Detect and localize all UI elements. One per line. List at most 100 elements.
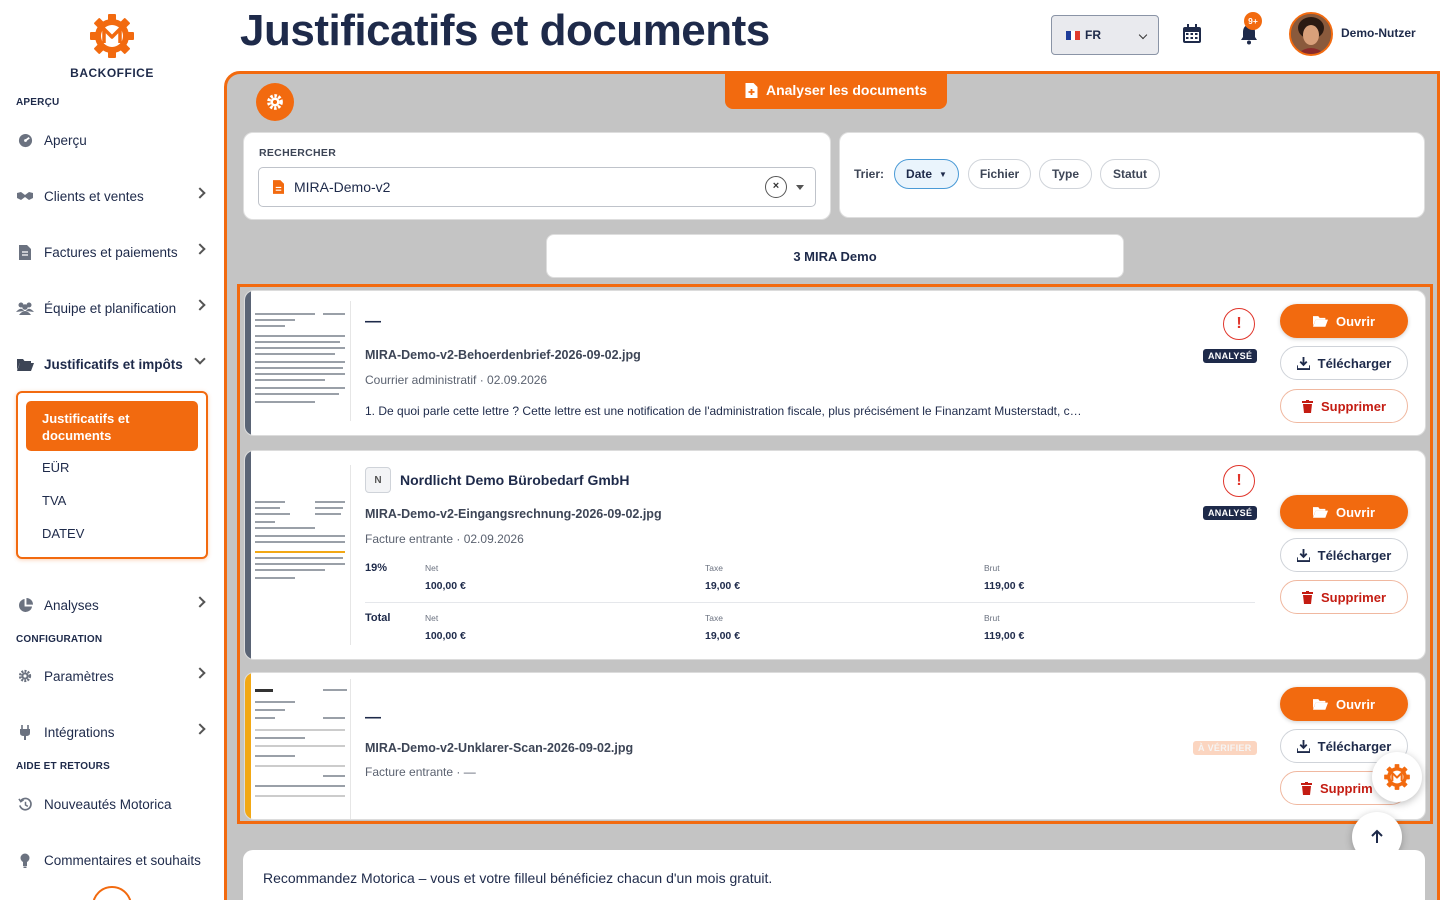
divider	[365, 602, 1255, 603]
card-stripe-warning	[245, 673, 251, 819]
alert-icon[interactable]: !	[1223, 465, 1255, 497]
analyze-documents-button[interactable]: Analyser les documents	[725, 74, 947, 109]
download-label: Télécharger	[1317, 547, 1392, 563]
document-thumbnail[interactable]	[253, 679, 351, 819]
sort-direction-icon: ▼	[939, 169, 947, 179]
open-button[interactable]: Ouvrir	[1280, 495, 1408, 529]
sidebar-item-overview[interactable]: Aperçu	[16, 128, 208, 152]
chevron-down-icon	[1138, 30, 1148, 40]
section-label-config: CONFIGURATION	[16, 634, 103, 645]
document-thumbnail[interactable]	[253, 465, 351, 645]
sidebar-item-label: Justificatifs et impôts	[44, 356, 183, 372]
file-plus-icon	[745, 82, 758, 98]
settings-button[interactable]	[256, 83, 294, 121]
document-thumbnail[interactable]	[253, 301, 351, 421]
sort-chip-date[interactable]: Date ▼	[894, 159, 959, 189]
submenu-item-documents[interactable]: Justificatifs et documents	[26, 401, 198, 451]
status-badge: ANALYSÉ	[1203, 349, 1258, 363]
open-button[interactable]: Ouvrir	[1280, 304, 1408, 338]
sort-chip-label: Date	[906, 167, 933, 181]
net-label: Net	[425, 563, 439, 573]
trash-icon	[1301, 781, 1312, 795]
chevron-right-icon	[194, 667, 206, 679]
trash-icon	[1301, 590, 1313, 604]
sort-chip-file[interactable]: Fichier	[968, 159, 1031, 189]
document-filename: MIRA-Demo-v2-Behoerdenbrief-2026-09-02.j…	[365, 348, 641, 362]
sidebar-bottom-button[interactable]	[92, 886, 132, 900]
net-label: Net	[425, 613, 439, 623]
motorica-logo-icon[interactable]	[88, 12, 136, 60]
document-meta: Courrier administratif · 02.09.2026	[365, 373, 548, 387]
history-icon	[16, 795, 34, 813]
submenu-item-datev[interactable]: DATEV	[42, 526, 84, 541]
document-title: —	[365, 709, 381, 726]
tax-label: Taxe	[705, 563, 723, 573]
sidebar-item-clients[interactable]: Clients et ventes	[16, 184, 208, 208]
sort-chip-type[interactable]: Type	[1039, 159, 1092, 189]
calendar-icon[interactable]	[1180, 22, 1204, 46]
sort-label: Trier:	[854, 167, 885, 181]
download-button[interactable]: Télécharger	[1280, 346, 1408, 380]
document-card[interactable]: — MIRA-Demo-v2-Behoerdenbrief-2026-09-02…	[244, 290, 1426, 436]
page-title: Justificatifs et documents	[240, 6, 770, 55]
gross-value: 119,00 €	[984, 580, 1025, 592]
user-name[interactable]: Demo-Nutzer	[1341, 26, 1416, 40]
status-badge: ANALYSÉ	[1203, 506, 1258, 520]
search-label: RECHERCHER	[259, 147, 337, 159]
sidebar-item-feedback[interactable]: Commentaires et souhaits	[16, 848, 208, 872]
gross-value: 119,00 €	[984, 630, 1025, 642]
delete-button[interactable]: Supprimer	[1280, 580, 1408, 614]
assistant-logo-button[interactable]	[1372, 752, 1422, 802]
download-icon	[1296, 548, 1310, 562]
group-header[interactable]: 3 MIRA Demo	[546, 234, 1124, 278]
sidebar-item-whats-new[interactable]: Nouveautés Motorica	[16, 792, 208, 816]
sidebar-item-invoices[interactable]: Factures et paiements	[16, 240, 208, 264]
document-meta: Facture entrante · —	[365, 765, 476, 779]
gross-label: Brut	[984, 613, 1000, 623]
alert-icon[interactable]: !	[1223, 308, 1255, 340]
sidebar-item-integrations[interactable]: Intégrations	[16, 720, 208, 744]
card-stripe	[245, 291, 251, 435]
documents-submenu: Justificatifs et documents EÜR TVA DATEV	[16, 391, 208, 559]
sort-card: Trier: Date ▼ Fichier Type Statut	[839, 132, 1425, 218]
chevron-right-icon	[194, 243, 206, 255]
dropdown-arrow-icon[interactable]	[796, 185, 804, 190]
section-label-overview: APERÇU	[16, 97, 60, 108]
pie-chart-icon	[16, 596, 34, 614]
gross-label: Brut	[984, 563, 1000, 573]
tax-row-label: Total	[365, 612, 391, 624]
tax-value: 19,00 €	[705, 630, 741, 642]
download-label: Télécharger	[1317, 738, 1392, 754]
download-button[interactable]: Télécharger	[1280, 538, 1408, 572]
tax-value: 19,00 €	[705, 580, 741, 592]
trash-icon	[1301, 399, 1313, 413]
document-filename: MIRA-Demo-v2-Unklarer-Scan-2026-09-02.jp…	[365, 741, 634, 755]
sidebar-item-analyses[interactable]: Analyses	[16, 593, 208, 617]
file-icon	[273, 180, 284, 194]
sidebar-item-team[interactable]: Équipe et planification	[16, 296, 208, 320]
tax-row-label: 19%	[365, 562, 388, 574]
clear-search-button[interactable]: ×	[765, 176, 787, 198]
sidebar-item-label: Clients et ventes	[44, 188, 144, 204]
submenu-item-tva[interactable]: TVA	[42, 493, 66, 508]
language-select[interactable]: FR	[1051, 15, 1159, 55]
avatar[interactable]	[1289, 12, 1333, 56]
brand-name: BACKOFFICE	[70, 66, 154, 80]
sidebar-item-label: Intégrations	[44, 724, 115, 740]
invoice-icon	[16, 243, 34, 261]
open-button[interactable]: Ouvrir	[1280, 687, 1408, 721]
delete-button[interactable]: Supprimer	[1280, 389, 1408, 423]
sort-chip-status[interactable]: Statut	[1100, 159, 1160, 189]
net-value: 100,00 €	[425, 580, 466, 592]
sidebar-item-settings[interactable]: Paramètres	[16, 664, 208, 688]
submenu-item-eur[interactable]: EÜR	[42, 460, 69, 475]
document-card[interactable]: — MIRA-Demo-v2-Unklarer-Scan-2026-09-02.…	[244, 672, 1426, 820]
document-card[interactable]: N Nordlicht Demo Bürobedarf GmbH MIRA-De…	[244, 450, 1426, 660]
search-input[interactable]: MIRA-Demo-v2 ×	[258, 167, 816, 207]
chevron-right-icon	[194, 723, 206, 735]
search-card: RECHERCHER MIRA-Demo-v2 ×	[243, 132, 831, 220]
dashboard-icon	[16, 131, 34, 149]
sidebar-item-documents-taxes[interactable]: Justificatifs et impôts	[16, 352, 208, 376]
document-summary: 1. De quoi parle cette lettre ? Cette le…	[365, 404, 1082, 418]
document-title: Nordlicht Demo Bürobedarf GmbH	[400, 472, 630, 488]
